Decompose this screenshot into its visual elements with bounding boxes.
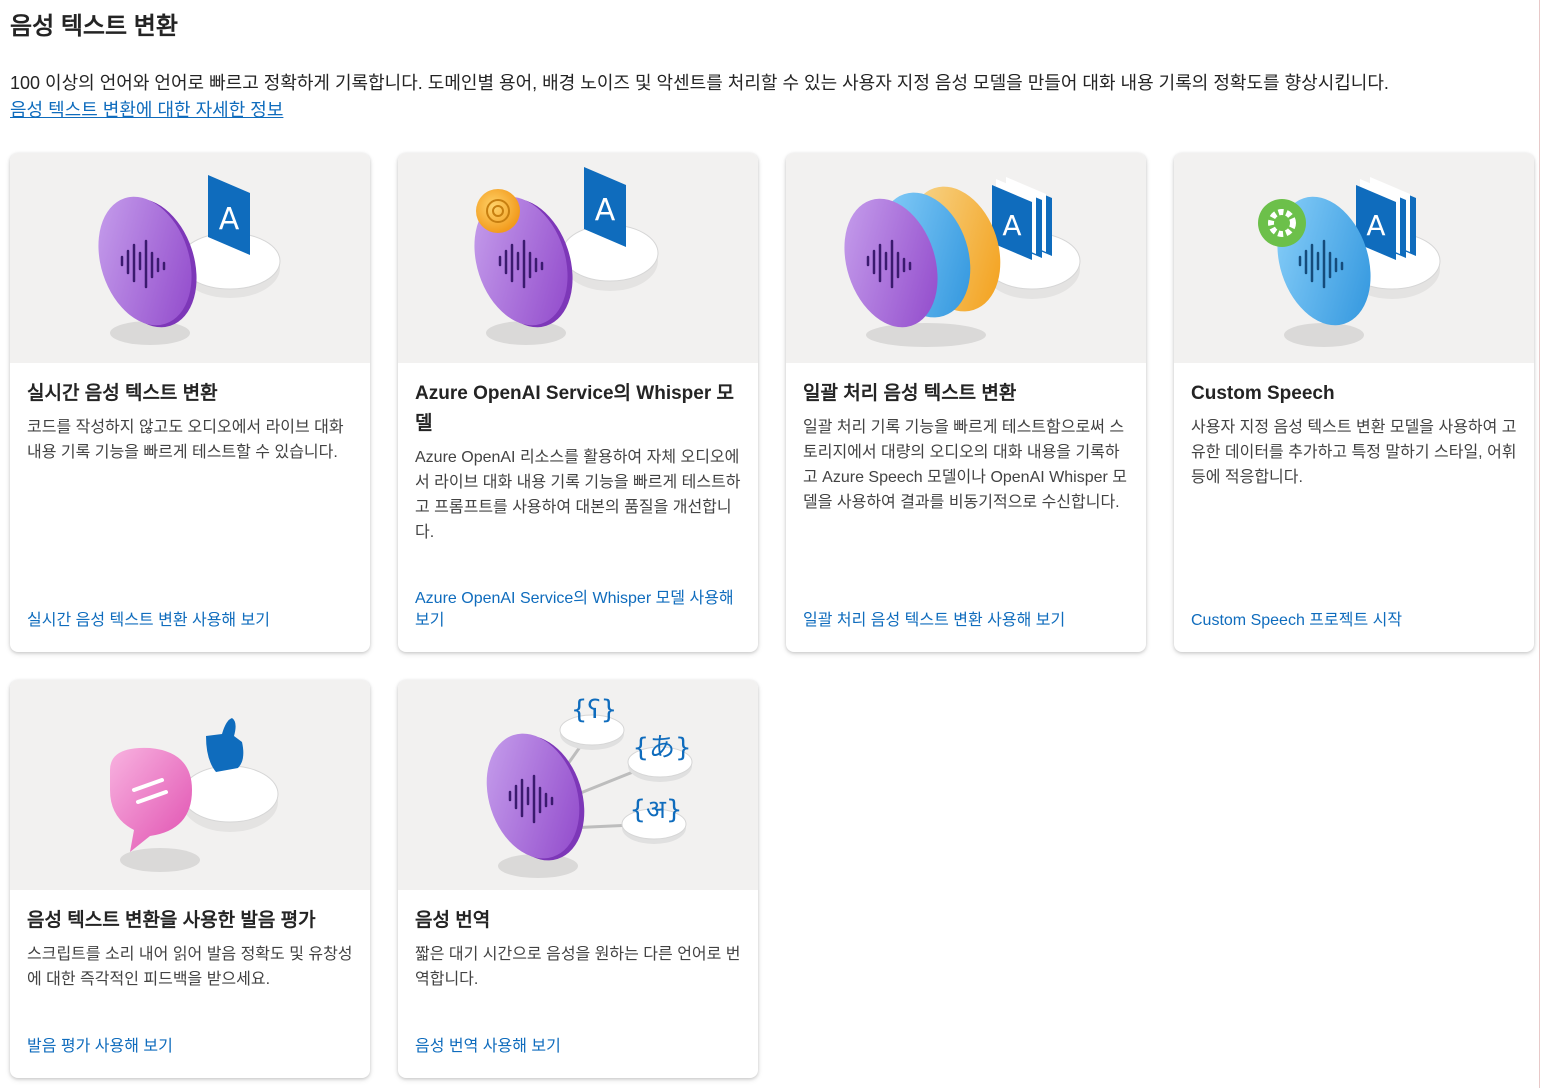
page-title: 음성 텍스트 변환 bbox=[10, 13, 178, 40]
card-title: 음성 텍스트 변환을 사용한 발음 평가 bbox=[27, 910, 316, 931]
card-link[interactable]: Custom Speech 프로젝트 시작 bbox=[1191, 610, 1517, 632]
svg-text:{ʕ}: {ʕ} bbox=[571, 695, 617, 725]
card-title: 일괄 처리 음성 텍스트 변환 bbox=[803, 383, 1017, 404]
svg-text:A: A bbox=[595, 193, 616, 228]
svg-text:{अ}: {अ} bbox=[630, 795, 683, 825]
card-title: 음성 번역 bbox=[415, 910, 491, 931]
microphone-wave-icon: A bbox=[98, 175, 281, 345]
stacked-discs-icon: A bbox=[844, 177, 1081, 347]
card-speech-translation[interactable]: {ʕ} {あ} {अ} 음성 번역 짧은 대기 시간으로 음성을 원하는 다른 … bbox=[398, 680, 758, 1078]
svg-text:A: A bbox=[219, 202, 240, 237]
card-description: 스크립트를 소리 내어 읽어 발음 정확도 및 유창성에 대한 즉각적인 피드백… bbox=[27, 946, 353, 988]
card-link[interactable]: 음성 번역 사용해 보기 bbox=[415, 1036, 741, 1058]
card-description: 짧은 대기 시간으로 음성을 원하는 다른 언어로 번역합니다. bbox=[415, 946, 741, 988]
thumbs-up-icon bbox=[110, 718, 279, 872]
page-description: 100 이상의 언어와 언어로 빠르고 정확하게 기록합니다. 도메인별 용어,… bbox=[10, 70, 1510, 124]
card-description: Azure OpenAI 리소스를 활용하여 자체 오디오에서 라이브 대화 내… bbox=[415, 449, 741, 541]
card-link[interactable]: Azure OpenAI Service의 Whisper 모델 사용해 보기 bbox=[415, 588, 741, 632]
openai-wave-icon: A bbox=[474, 167, 659, 345]
translation-network-icon: {ʕ} {あ} {अ} bbox=[486, 695, 693, 878]
real-time-illustration: A bbox=[10, 153, 370, 363]
svg-text:A: A bbox=[1002, 209, 1021, 242]
card-custom-speech[interactable]: A Custom Speech 사용자 지정 음성 텍스트 변환 모델을 사용하… bbox=[1174, 153, 1534, 652]
batch-illustration: A bbox=[786, 153, 1146, 363]
card-description: 사용자 지정 음성 텍스트 변환 모델을 사용하여 고유한 데이터를 추가하고 … bbox=[1191, 419, 1517, 486]
card-whisper-model[interactable]: A Azure OpenAI Service의 Whisper 모델 Azure… bbox=[398, 153, 758, 652]
translation-illustration: {ʕ} {あ} {अ} bbox=[398, 680, 758, 890]
card-real-time-stt[interactable]: A 실시간 음성 텍스트 변환 코드를 작성하지 않고도 오디오에서 라이브 대… bbox=[10, 153, 370, 652]
pronunciation-illustration bbox=[10, 680, 370, 890]
card-link[interactable]: 일괄 처리 음성 텍스트 변환 사용해 보기 bbox=[803, 610, 1129, 632]
card-batch-stt[interactable]: A 일괄 처리 음성 텍스트 변환 일괄 처리 기록 기능을 빠르게 테스트함으… bbox=[786, 153, 1146, 652]
svg-text:A: A bbox=[1366, 209, 1385, 242]
description-text: 100 이상의 언어와 언어로 빠르고 정확하게 기록합니다. 도메인별 용어,… bbox=[10, 73, 1389, 93]
svg-text:{あ}: {あ} bbox=[632, 733, 691, 763]
speech-to-text-page: 음성 텍스트 변환 100 이상의 언어와 언어로 빠르고 정확하게 기록합니다… bbox=[0, 0, 1540, 1088]
card-title: Custom Speech bbox=[1191, 383, 1335, 404]
card-description: 코드를 작성하지 않고도 오디오에서 라이브 대화 내용 기록 기능을 빠르게 … bbox=[27, 419, 344, 461]
card-pronunciation-assessment[interactable]: 음성 텍스트 변환을 사용한 발음 평가 스크립트를 소리 내어 읽어 발음 정… bbox=[10, 680, 370, 1078]
card-title: Azure OpenAI Service의 Whisper 모델 bbox=[415, 383, 734, 434]
card-title: 실시간 음성 텍스트 변환 bbox=[27, 383, 218, 404]
learn-more-link[interactable]: 음성 텍스트 변환에 대한 자세한 정보 bbox=[10, 100, 283, 120]
gear-wave-icon: A bbox=[1258, 177, 1441, 347]
whisper-illustration: A bbox=[398, 153, 758, 363]
card-link[interactable]: 실시간 음성 텍스트 변환 사용해 보기 bbox=[27, 610, 353, 632]
card-link[interactable]: 발음 평가 사용해 보기 bbox=[27, 1036, 353, 1058]
custom-speech-illustration: A bbox=[1174, 153, 1534, 363]
card-description: 일괄 처리 기록 기능을 빠르게 테스트함으로써 스토리지에서 대량의 오디오의… bbox=[803, 419, 1127, 511]
feature-card-grid: A 실시간 음성 텍스트 변환 코드를 작성하지 않고도 오디오에서 라이브 대… bbox=[10, 153, 1534, 1078]
